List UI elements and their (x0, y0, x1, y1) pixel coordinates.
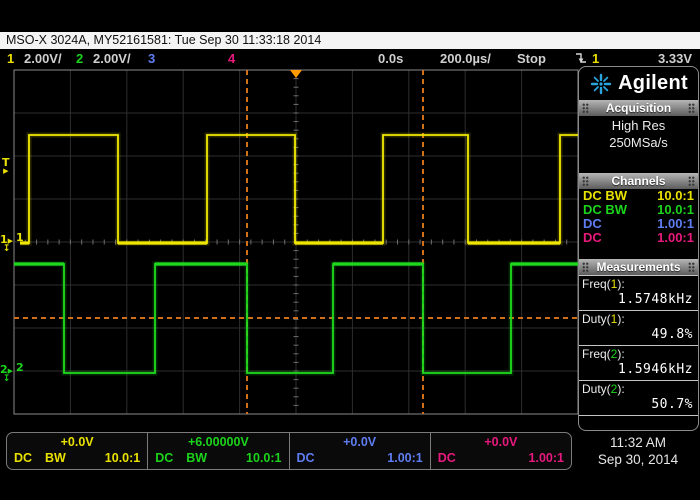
clock-time: 11:32 AM (578, 434, 698, 451)
channel-row-4[interactable]: DC1.00:1 (579, 231, 698, 245)
sample-rate: 250MSa/s (579, 134, 698, 151)
ch1-trace (20, 135, 578, 243)
side-panel: Agilent Acquisition High Res 250MSa/s Ch… (578, 66, 699, 431)
grip-icon (582, 103, 589, 113)
grip-icon (582, 176, 589, 186)
ch1-ground-marker[interactable]: 1▶ ↧ (0, 235, 13, 254)
trigger-level-marker[interactable]: T ▶ (2, 158, 10, 175)
agilent-wordmark: Agilent (618, 72, 688, 95)
trigger-position-marker (290, 70, 302, 78)
acquisition-mode: High Res (579, 117, 698, 134)
ch2-ground-marker[interactable]: 2▶ ↧ (0, 365, 13, 384)
ch1-settings-box[interactable]: +0.0V DC BW 10.0:1 (7, 433, 147, 469)
measurement-duty1[interactable]: Duty(1): 49.8% (579, 311, 698, 346)
agilent-spark-icon (589, 72, 613, 96)
ch1-trace-glow (20, 135, 578, 243)
channel-settings-bar: +0.0V DC BW 10.0:1 +6.00000V DC BW 10.0:… (6, 432, 572, 470)
acquisition-header[interactable]: Acquisition (579, 100, 698, 116)
grip-icon (688, 176, 695, 186)
measurement-freq1[interactable]: Freq(1): 1.5748kHz (579, 276, 698, 311)
clock-date: Sep 30, 2014 (578, 451, 698, 468)
grip-icon (582, 262, 589, 272)
ch2-ground-icon: ↧ (0, 375, 13, 384)
oscilloscope-screen: MSO-X 3024A, MY52161581: Tue Sep 30 11:3… (0, 0, 700, 500)
measurement-duty2[interactable]: Duty(2): 50.7% (579, 381, 698, 416)
measurements-list: Freq(1): 1.5748kHz Duty(1): 49.8% Freq(2… (579, 275, 698, 416)
channels-header[interactable]: Channels (579, 173, 698, 189)
ch3-settings-box[interactable]: +0.0V DC 1.00:1 (289, 433, 430, 469)
ch4-settings-box[interactable]: +0.0V DC 1.00:1 (430, 433, 571, 469)
channel-row-2[interactable]: DC BW10.0:1 (579, 203, 698, 217)
channel-row-1[interactable]: DC BW10.0:1 (579, 189, 698, 203)
ch2-settings-box[interactable]: +6.00000V DC BW 10.0:1 (147, 433, 288, 469)
channel-row-3[interactable]: DC1.00:1 (579, 217, 698, 231)
measurement-freq2[interactable]: Freq(2): 1.5946kHz (579, 346, 698, 381)
clock: 11:32 AM Sep 30, 2014 (578, 434, 698, 468)
ch2-trace-label: 2 (16, 361, 24, 374)
ch1-trace-label: 1 (16, 231, 24, 244)
grip-icon (688, 262, 695, 272)
agilent-logo: Agilent (579, 67, 698, 100)
ch1-ground-icon: ↧ (0, 245, 13, 254)
measurements-header[interactable]: Measurements (579, 259, 698, 275)
grip-icon (688, 103, 695, 113)
acquisition-info: High Res 250MSa/s (579, 116, 698, 151)
